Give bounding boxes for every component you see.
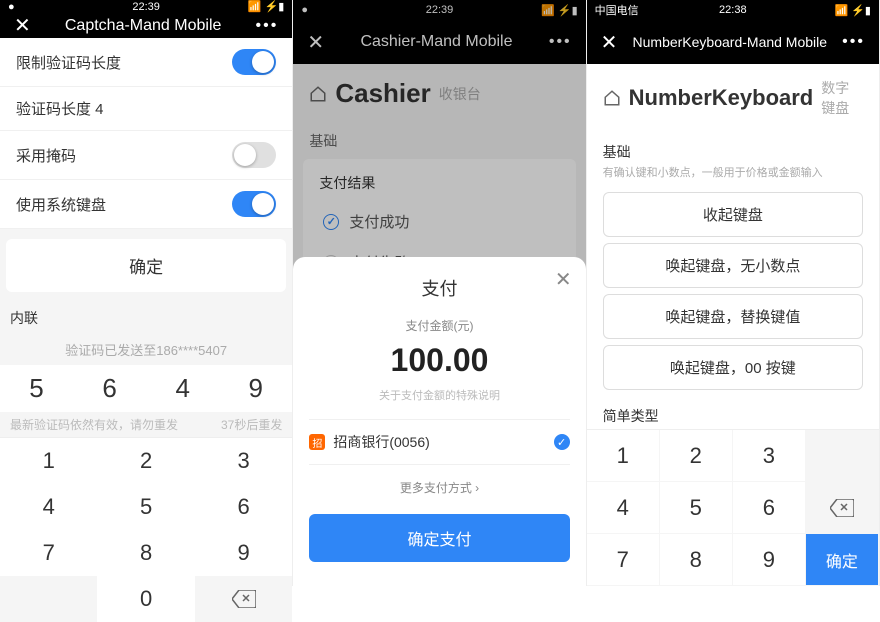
- code-digit: 6: [102, 373, 116, 404]
- code-digit: 4: [175, 373, 189, 404]
- btn-collapse[interactable]: 收起键盘: [603, 192, 863, 237]
- bank-icon: 招: [309, 434, 325, 450]
- amount-label: 支付金额(元): [309, 317, 569, 334]
- label: 验证码长度 4: [16, 98, 104, 119]
- status-carrier: 中国电信: [595, 2, 639, 18]
- category-basic-sub: 有确认键和小数点，一般用于价格或金额输入: [587, 164, 879, 186]
- key-4[interactable]: 4: [587, 482, 660, 534]
- more-pay-methods[interactable]: 更多支付方式 ›: [309, 473, 569, 502]
- status-icons: 📶 ⚡▮: [834, 4, 871, 17]
- key-7[interactable]: 7: [0, 530, 97, 576]
- switch-sys[interactable]: [232, 191, 276, 217]
- key-3[interactable]: 3: [733, 430, 806, 482]
- amount-value: 100.00: [309, 342, 569, 379]
- key-8[interactable]: 8: [97, 530, 194, 576]
- breadcrumb-title: NumberKeyboard: [629, 85, 814, 111]
- backspace-icon[interactable]: [195, 576, 292, 622]
- key-blank: [0, 576, 97, 622]
- row-code-length[interactable]: 验证码长度 4: [0, 87, 292, 131]
- sheet-close-icon[interactable]: ✕: [555, 267, 572, 292]
- section-inline: 内联: [0, 302, 292, 334]
- confirm-button[interactable]: 确定: [6, 239, 286, 292]
- pay-method-row[interactable]: 招 招商银行(0056) ✓: [309, 419, 569, 465]
- key-1[interactable]: 1: [587, 430, 660, 482]
- bank-label: 招商银行(0056): [333, 432, 429, 452]
- category-simple: 简单类型: [587, 396, 879, 428]
- more-icon[interactable]: •••: [842, 33, 865, 51]
- key-6[interactable]: 6: [195, 484, 292, 530]
- label: 采用掩码: [16, 145, 76, 166]
- more-icon[interactable]: •••: [256, 17, 279, 35]
- key-4[interactable]: 4: [0, 484, 97, 530]
- key-9[interactable]: 9: [195, 530, 292, 576]
- key-2[interactable]: 2: [660, 430, 733, 482]
- status-icons: 📶 ⚡▮: [248, 0, 285, 13]
- label: 限制验证码长度: [16, 52, 121, 73]
- status-bar: 中国电信 22:38 📶 ⚡▮: [587, 0, 879, 20]
- page-title: NumberKeyboard-Mand Mobile: [617, 34, 842, 50]
- resend-hint-left: 最新验证码依然有效，请勿重发: [10, 416, 178, 433]
- label: 使用系统键盘: [16, 194, 106, 215]
- breadcrumb-sub: 数字键盘: [821, 78, 863, 118]
- resend-countdown: 37秒后重发: [221, 416, 282, 433]
- key-6[interactable]: 6: [733, 482, 806, 534]
- amount-note: 关于支付金额的特殊说明: [309, 387, 569, 403]
- key-3[interactable]: 3: [195, 438, 292, 484]
- sent-hint: 验证码已发送至186****5407: [0, 334, 292, 365]
- code-digit: 5: [29, 373, 43, 404]
- switch-limit[interactable]: [232, 49, 276, 75]
- code-digit: 9: [249, 373, 263, 404]
- key-7[interactable]: 7: [587, 534, 660, 586]
- category-basic: 基础: [587, 132, 879, 164]
- numeric-keyboard: 1 2 3 4 5 6 7 8 9 0: [0, 437, 292, 622]
- switch-mask[interactable]: [232, 142, 276, 168]
- key-5[interactable]: 5: [660, 482, 733, 534]
- backspace-icon[interactable]: [806, 482, 879, 534]
- sheet-title: 支付: [309, 275, 569, 301]
- status-time: 22:39: [132, 1, 160, 13]
- status-time: 22:38: [719, 4, 747, 16]
- confirm-pay-button[interactable]: 确定支付: [309, 514, 569, 562]
- key-2[interactable]: 2: [97, 438, 194, 484]
- key-1[interactable]: 1: [0, 438, 97, 484]
- close-icon[interactable]: ✕: [601, 30, 618, 55]
- key-8[interactable]: 8: [660, 534, 733, 586]
- page-title: Captcha-Mand Mobile: [31, 17, 256, 35]
- row-mask: 采用掩码: [0, 131, 292, 180]
- btn-replace[interactable]: 唤起键盘，替换键值: [603, 294, 863, 339]
- check-icon: ✓: [554, 434, 570, 450]
- row-system-keyboard: 使用系统键盘: [0, 180, 292, 229]
- key-5[interactable]: 5: [97, 484, 194, 530]
- pay-sheet: ✕ 支付 支付金额(元) 100.00 关于支付金额的特殊说明 招 招商银行(0…: [293, 257, 585, 586]
- row-limit-length: 限制验证码长度: [0, 38, 292, 87]
- confirm-key[interactable]: 确定: [806, 534, 879, 586]
- key-9[interactable]: 9: [733, 534, 806, 586]
- status-bar: ● 22:39 📶 ⚡▮: [0, 0, 292, 13]
- key-side-blank: [806, 430, 879, 482]
- numeric-keyboard: 1 2 3 4 5 6 7 8 9 确定: [587, 429, 879, 586]
- status-left: ●: [8, 1, 15, 13]
- close-icon[interactable]: ✕: [14, 13, 31, 38]
- btn-no-decimal[interactable]: 唤起键盘，无小数点: [603, 243, 863, 288]
- btn-00[interactable]: 唤起键盘，00 按键: [603, 345, 863, 390]
- home-icon[interactable]: [603, 89, 621, 107]
- key-0[interactable]: 0: [97, 576, 194, 622]
